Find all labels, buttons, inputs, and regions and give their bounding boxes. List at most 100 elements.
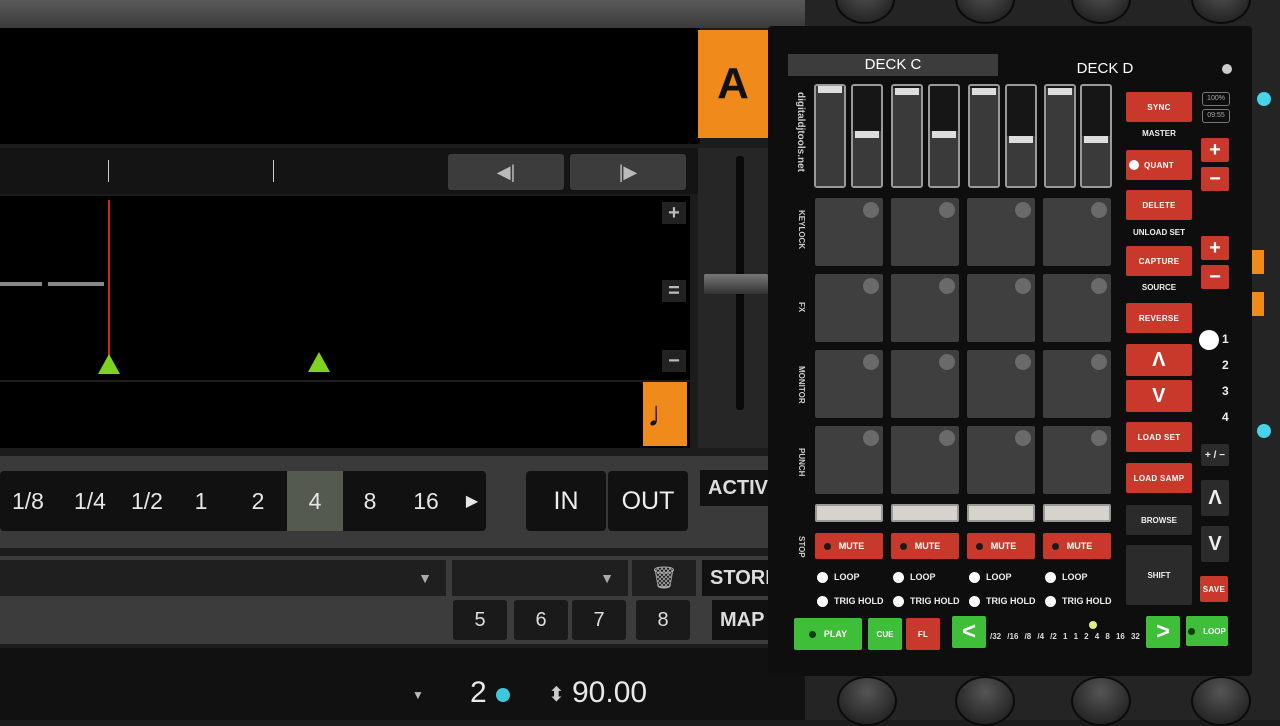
tempo-fader-knob[interactable] — [704, 274, 768, 294]
load-set-button[interactable]: LOAD SET — [1126, 422, 1192, 452]
mute-button[interactable]: MUTE — [891, 533, 959, 559]
loop-size-option[interactable]: 32 — [1131, 632, 1140, 646]
browse-up-button[interactable]: Λ — [1201, 480, 1229, 516]
zoom-reset-button[interactable]: = — [662, 280, 686, 302]
mixer-knob[interactable] — [1071, 676, 1131, 726]
sample-pad[interactable] — [815, 350, 883, 418]
loop-size-option[interactable]: /2 — [1050, 632, 1057, 646]
flux-button[interactable]: FL — [906, 618, 940, 650]
cue-button[interactable]: CUE — [868, 618, 902, 650]
sample-pad[interactable] — [1043, 198, 1111, 266]
slot-filter-slider[interactable] — [891, 504, 959, 522]
slot-volume-cap[interactable] — [855, 131, 879, 138]
hotcue-button[interactable]: 6 — [514, 600, 568, 640]
slot-volume-cap[interactable] — [1084, 136, 1108, 143]
beat-size-button[interactable]: 1/8 — [0, 471, 56, 531]
unload-set-label[interactable]: UNLOAD SET — [1126, 228, 1192, 237]
sample-pad[interactable] — [815, 198, 883, 266]
loop-size-option[interactable]: 4 — [1095, 632, 1099, 646]
beat-size-button[interactable]: 1/2 — [119, 471, 175, 531]
beat-size-button[interactable]: 2 — [230, 471, 286, 531]
load-sample-button[interactable]: LOAD SAMP — [1126, 463, 1192, 493]
sample-pad[interactable] — [815, 426, 883, 494]
bpm-adjust-icon[interactable]: ⬍ — [548, 682, 565, 707]
waveform-display[interactable] — [0, 196, 690, 380]
hotcue-button[interactable]: 8 — [636, 600, 690, 640]
loop-size-option[interactable]: 1 — [1063, 632, 1067, 646]
mute-button[interactable]: MUTE — [967, 533, 1035, 559]
sample-pad[interactable] — [891, 198, 959, 266]
minus-button[interactable]: − — [1201, 167, 1229, 191]
active-label[interactable]: ACTIV — [700, 470, 770, 506]
mixer-knob[interactable] — [1071, 0, 1131, 24]
loop-size-option[interactable]: 2 — [1084, 632, 1088, 646]
loop-size-option[interactable]: /32 — [990, 632, 1001, 646]
beat-size-button[interactable]: 1 — [176, 471, 226, 531]
mixer-knob[interactable] — [955, 0, 1015, 24]
sample-pad[interactable] — [967, 350, 1035, 418]
slot-volume-cap[interactable] — [1048, 88, 1072, 95]
map-button[interactable]: MAP — [712, 600, 768, 640]
slot-volume-fader[interactable] — [928, 84, 960, 188]
store-button[interactable]: STORI — [702, 560, 771, 596]
plus-button[interactable]: + — [1201, 138, 1229, 162]
plus-button[interactable]: + — [1201, 236, 1229, 260]
browse-down-button[interactable]: V — [1201, 526, 1229, 562]
sample-pad[interactable] — [967, 274, 1035, 342]
slot-volume-fader[interactable] — [814, 84, 846, 188]
shift-button[interactable]: SHIFT — [1126, 545, 1192, 605]
loop-in-button[interactable]: IN — [526, 471, 606, 531]
page-number[interactable]: 2 — [1222, 358, 1229, 372]
loop-shift-left-button[interactable]: < — [952, 616, 986, 648]
slot-volume-fader[interactable] — [1080, 84, 1112, 188]
slot-volume-cap[interactable] — [932, 131, 956, 138]
loop-size-option[interactable]: /8 — [1025, 632, 1032, 646]
sample-pad[interactable] — [967, 426, 1035, 494]
sample-pad[interactable] — [891, 350, 959, 418]
reverse-button[interactable]: REVERSE — [1126, 303, 1192, 333]
mute-button[interactable]: MUTE — [1043, 533, 1111, 559]
zoom-out-button[interactable]: − — [662, 350, 686, 372]
trash-icon[interactable]: 🗑 — [632, 560, 696, 596]
loop-shift-right-button[interactable]: > — [1146, 616, 1180, 648]
slot-filter-slider[interactable] — [967, 504, 1035, 522]
mixer-knob[interactable] — [955, 676, 1015, 726]
sample-pad[interactable] — [891, 274, 959, 342]
trig-hold-toggle[interactable]: TRIG HOLD — [1045, 594, 1135, 608]
chevron-down-icon[interactable]: ▼ — [412, 688, 424, 702]
loop-button[interactable]: LOOP — [1186, 616, 1228, 646]
play-button[interactable]: PLAY — [794, 618, 862, 650]
note-icon[interactable]: ♩ — [643, 382, 687, 446]
slot-filter-slider[interactable] — [1043, 504, 1111, 522]
loop-size-option[interactable]: /16 — [1007, 632, 1018, 646]
sample-pad[interactable] — [1043, 274, 1111, 342]
beat-size-button[interactable]: 8 — [342, 471, 398, 531]
loop-size-option[interactable]: 1 — [1074, 632, 1078, 646]
loop-size-scale[interactable]: /32/16/8/4/2 1 1 2 4 8 16 32 — [990, 632, 1140, 646]
sample-pad[interactable] — [815, 274, 883, 342]
sync-button[interactable]: SYNC — [1126, 92, 1192, 122]
page-up-button[interactable]: Λ — [1126, 344, 1192, 376]
beat-size-button-selected[interactable]: 4 — [287, 471, 343, 531]
loop-size-option[interactable]: /4 — [1037, 632, 1044, 646]
delete-button[interactable]: DELETE — [1126, 190, 1192, 220]
mixer-knob[interactable] — [837, 676, 897, 726]
hotcue-button[interactable]: 7 — [572, 600, 626, 640]
beat-scroll-right-icon[interactable]: ▶ — [458, 471, 486, 531]
cue-name-select[interactable]: ▼ — [452, 560, 628, 596]
loop-out-button[interactable]: OUT — [608, 471, 688, 531]
loop-toggle[interactable]: LOOP — [1045, 570, 1135, 584]
sample-pad[interactable] — [967, 198, 1035, 266]
slot-volume-fader[interactable] — [1005, 84, 1037, 188]
deck-a-label[interactable]: A — [698, 30, 768, 138]
mixer-knob[interactable] — [1191, 676, 1251, 726]
next-beat-button[interactable]: |▶ — [570, 154, 686, 190]
slot-volume-cap[interactable] — [972, 88, 996, 95]
sample-pad[interactable] — [1043, 426, 1111, 494]
beat-size-button[interactable]: 16 — [398, 471, 454, 531]
slot-volume-fader[interactable] — [851, 84, 883, 188]
slot-volume-cap[interactable] — [818, 86, 842, 93]
beat-size-button[interactable]: 1/4 — [62, 471, 118, 531]
capture-button[interactable]: CAPTURE — [1126, 246, 1192, 276]
tab-deck-c[interactable]: DECK C — [788, 54, 998, 76]
